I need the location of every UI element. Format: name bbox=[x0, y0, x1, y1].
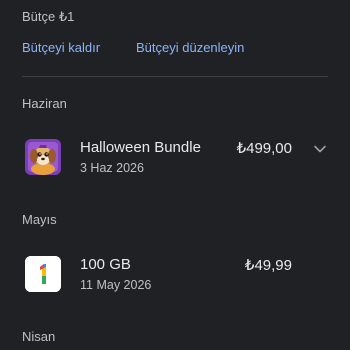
item-price: ₺49,99 bbox=[244, 257, 292, 274]
item-price: ₺499,00 bbox=[236, 140, 292, 157]
item-title: Halloween Bundle bbox=[80, 139, 201, 156]
item-title: 100 GB bbox=[80, 256, 131, 273]
divider bbox=[22, 76, 328, 77]
google-one-icon bbox=[25, 256, 61, 292]
purchase-row[interactable]: Halloween Bundle 3 Haz 2026 ₺499,00 bbox=[0, 137, 350, 187]
edit-budget-button[interactable]: Bütçeyi düzenleyin bbox=[136, 40, 244, 55]
budget-label: Bütçe ₺1 bbox=[22, 9, 75, 24]
month-header: Mayıs bbox=[22, 212, 57, 227]
purchase-row[interactable]: 100 GB 11 May 2026 ₺49,99 bbox=[0, 254, 350, 304]
month-header: Nisan bbox=[22, 329, 56, 344]
dog-character-icon bbox=[25, 139, 61, 175]
remove-budget-button[interactable]: Bütçeyi kaldır bbox=[22, 40, 100, 55]
month-header: Haziran bbox=[22, 96, 67, 111]
chevron-down-icon[interactable] bbox=[312, 141, 328, 157]
item-date: 3 Haz 2026 bbox=[80, 161, 144, 175]
item-date: 11 May 2026 bbox=[80, 278, 152, 292]
